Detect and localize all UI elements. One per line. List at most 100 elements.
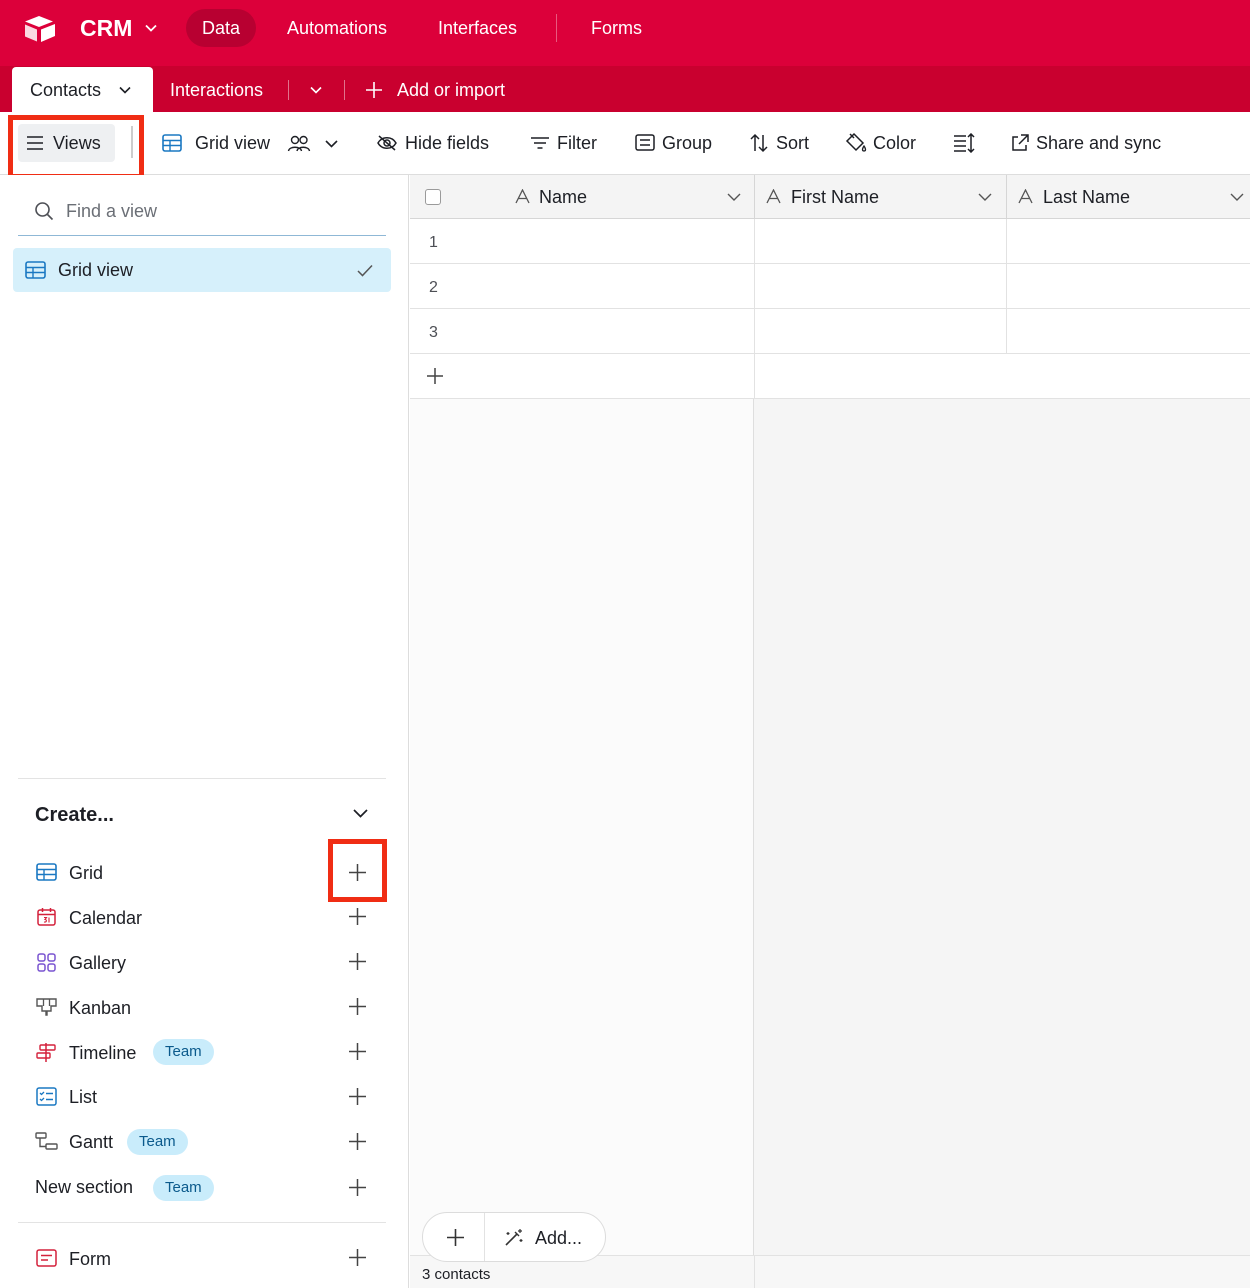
create-gallery-label[interactable]: Gallery xyxy=(69,953,126,974)
plus-icon[interactable] xyxy=(348,1132,367,1151)
create-grid-label[interactable]: Grid xyxy=(69,863,103,884)
cell-divider xyxy=(754,1255,755,1288)
sort-button[interactable]: Sort xyxy=(776,133,809,154)
nav-tab-data[interactable]: Data xyxy=(186,9,257,47)
find-view-input[interactable]: Find a view xyxy=(66,201,157,222)
current-view-name[interactable]: Grid view xyxy=(195,133,270,154)
create-gantt-label[interactable]: Gantt xyxy=(69,1132,113,1153)
plus-icon[interactable] xyxy=(426,367,444,385)
create-new-section-label[interactable]: New section xyxy=(35,1177,133,1198)
plus-icon[interactable] xyxy=(348,907,367,926)
annotation-highlight-add-grid xyxy=(328,839,387,902)
create-calendar-label[interactable]: Calendar xyxy=(69,908,142,929)
check-icon xyxy=(357,264,373,277)
team-plan-badge: Team xyxy=(153,1039,214,1065)
sort-icon xyxy=(750,133,768,153)
calendar-icon xyxy=(37,908,56,926)
team-plan-badge: Team xyxy=(153,1175,214,1201)
tab-divider xyxy=(344,80,345,100)
share-and-sync-button[interactable]: Share and sync xyxy=(1036,133,1161,154)
team-plan-badge: Team xyxy=(127,1129,188,1155)
chevron-down-icon[interactable] xyxy=(1230,191,1244,203)
hide-fields-button[interactable]: Hide fields xyxy=(405,133,489,154)
group-button[interactable]: Group xyxy=(662,133,712,154)
search-icon xyxy=(35,202,54,221)
collaborative-users-icon xyxy=(287,135,311,152)
filter-button[interactable]: Filter xyxy=(557,133,597,154)
add-row[interactable] xyxy=(410,354,1250,399)
create-form-label[interactable]: Form xyxy=(69,1249,111,1270)
timeline-icon xyxy=(36,1043,56,1062)
gantt-icon xyxy=(35,1132,58,1150)
sidebar-divider xyxy=(18,1222,386,1223)
plus-icon[interactable] xyxy=(348,1248,367,1267)
column-divider[interactable] xyxy=(1006,175,1007,219)
views-sidebar xyxy=(0,175,409,1288)
cell-divider xyxy=(1006,219,1007,354)
create-list-label[interactable]: List xyxy=(69,1087,97,1108)
grid-frozen-pane xyxy=(410,398,754,1255)
list-icon xyxy=(36,1087,57,1106)
kanban-icon xyxy=(36,998,57,1016)
column-header-last-name[interactable]: Last Name xyxy=(1043,187,1130,208)
share-external-icon xyxy=(1012,134,1029,151)
all-tables-chevron-icon[interactable] xyxy=(309,83,323,97)
plus-icon[interactable] xyxy=(348,997,367,1016)
sidebar-view-label: Grid view xyxy=(58,260,134,280)
add-or-import-button[interactable]: Add or import xyxy=(397,80,505,101)
chevron-down-icon[interactable] xyxy=(352,806,369,820)
chevron-down-icon[interactable] xyxy=(118,83,132,97)
annotation-highlight-views xyxy=(8,115,144,179)
create-kanban-label[interactable]: Kanban xyxy=(69,998,131,1019)
row-number: 3 xyxy=(429,324,438,341)
table-tab-contacts-label: Contacts xyxy=(30,80,102,100)
cell-divider xyxy=(754,219,755,398)
table-row[interactable] xyxy=(410,219,1250,264)
nav-tab-interfaces[interactable]: Interfaces xyxy=(422,9,533,47)
create-section-title[interactable]: Create... xyxy=(35,804,114,827)
chevron-down-icon[interactable] xyxy=(978,191,992,203)
chevron-down-icon[interactable] xyxy=(727,191,741,203)
plus-icon[interactable] xyxy=(365,81,383,99)
column-divider[interactable] xyxy=(754,175,755,219)
row-number: 2 xyxy=(429,279,438,296)
gallery-icon xyxy=(37,953,56,972)
table-row[interactable] xyxy=(410,309,1250,354)
group-icon xyxy=(635,134,655,151)
airtable-logo-icon[interactable] xyxy=(22,14,58,44)
create-timeline-label[interactable]: Timeline xyxy=(69,1043,136,1064)
table-tab-interactions[interactable]: Interactions xyxy=(170,80,263,101)
color-button[interactable]: Color xyxy=(873,133,916,154)
select-all-checkbox[interactable] xyxy=(425,189,441,205)
grid-view-icon xyxy=(162,134,182,152)
filter-icon xyxy=(531,137,549,149)
plus-icon[interactable] xyxy=(348,1042,367,1061)
nav-tab-forms[interactable]: Forms xyxy=(575,9,658,47)
chevron-down-icon[interactable] xyxy=(324,136,339,151)
column-header-first-name[interactable]: First Name xyxy=(791,187,879,208)
form-icon xyxy=(36,1249,57,1267)
text-field-icon xyxy=(1018,189,1033,204)
text-field-icon xyxy=(766,189,781,204)
sidebar-divider xyxy=(18,778,386,779)
column-header-name[interactable]: Name xyxy=(539,187,587,208)
plus-icon[interactable] xyxy=(348,1178,367,1197)
tab-divider xyxy=(288,80,289,100)
search-input-underline xyxy=(18,235,386,236)
chevron-down-icon[interactable] xyxy=(143,20,159,36)
add-button[interactable]: Add... xyxy=(535,1228,582,1249)
table-row[interactable] xyxy=(410,264,1250,309)
nav-tab-automations[interactable]: Automations xyxy=(271,9,403,47)
base-name[interactable]: CRM xyxy=(80,15,132,42)
pill-divider xyxy=(484,1213,485,1261)
grid-icon xyxy=(36,863,57,881)
record-count: 3 contacts xyxy=(422,1266,491,1283)
row-height-icon[interactable] xyxy=(953,133,975,153)
plus-icon[interactable] xyxy=(348,1087,367,1106)
magic-wand-icon xyxy=(505,1229,523,1246)
grid-view-icon xyxy=(25,261,46,279)
plus-icon[interactable] xyxy=(348,952,367,971)
eye-slash-icon xyxy=(377,135,397,151)
nav-divider xyxy=(556,14,557,42)
plus-icon[interactable] xyxy=(446,1228,465,1247)
